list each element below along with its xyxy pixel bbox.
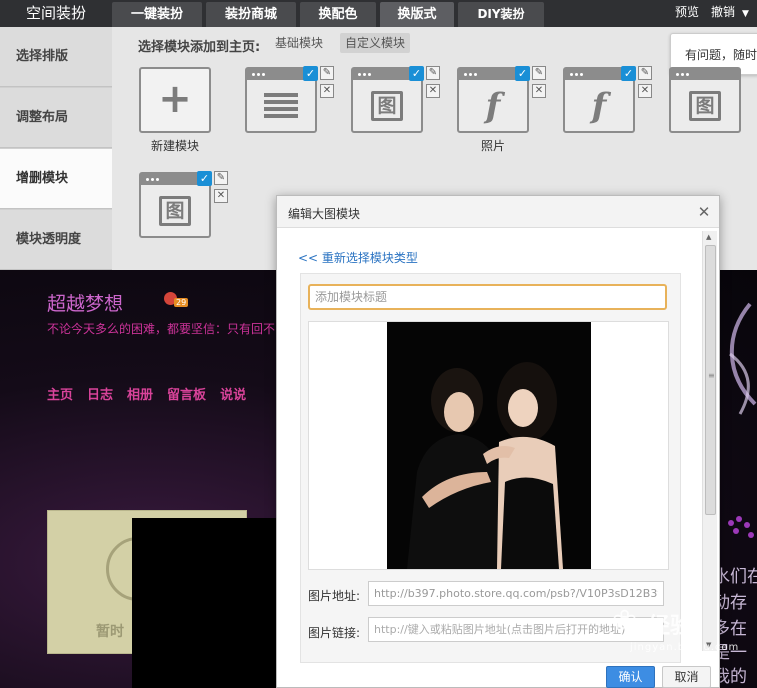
new-module-tile[interactable]: +	[139, 67, 211, 133]
picture-module-tile[interactable]: ✓ 图	[351, 66, 424, 133]
remove-icon[interactable]: ✕	[638, 84, 652, 98]
blog-nav-talk[interactable]: 说说	[220, 388, 246, 403]
blog-nav: 主页 日志 相册 留言板 说说	[47, 384, 260, 403]
confirm-button[interactable]: 确认	[606, 666, 655, 688]
flower-decoration-icon	[726, 514, 757, 544]
side-item-module-opacity[interactable]: 模块透明度	[0, 210, 112, 270]
preview-photo	[387, 322, 591, 569]
blog-title: 超越梦想	[47, 293, 124, 315]
close-icon[interactable]: ✕	[695, 203, 713, 221]
tab-color-scheme[interactable]: 换配色	[300, 2, 376, 27]
image-url-input[interactable]	[368, 581, 664, 606]
paw-icon: ❀	[612, 604, 638, 639]
scroll-up-icon[interactable]: ▲	[706, 233, 711, 241]
tab-layout[interactable]: 换版式	[380, 2, 454, 27]
tab-dress-mall[interactable]: 装扮商城	[206, 2, 296, 27]
preview-button[interactable]: 预览	[675, 0, 699, 27]
tab-one-click-dress[interactable]: 一键装扮	[112, 2, 202, 27]
watermark-text: 经验	[648, 614, 693, 639]
plus-icon: +	[158, 76, 192, 122]
side-item-add-remove-modules[interactable]: 增删模块	[0, 149, 112, 209]
reselect-module-type-link[interactable]: << 重新选择模块类型	[298, 249, 418, 266]
edit-icon[interactable]: ✎	[320, 66, 334, 80]
dialog-header[interactable]: 编辑大图模块 ✕	[277, 196, 719, 228]
baidu-jingyan-watermark: ❀ 经验 jingyan.baidu.com	[612, 604, 738, 664]
remove-icon[interactable]: ✕	[320, 84, 334, 98]
blog-nav-guestbook[interactable]: 留言板	[167, 388, 206, 403]
side-item-adjust-layout[interactable]: 调整布局	[0, 88, 112, 148]
check-icon[interactable]: ✓	[409, 66, 424, 81]
edit-icon[interactable]: ✎	[532, 66, 546, 80]
check-icon[interactable]: ✓	[197, 171, 212, 186]
edit-icon[interactable]: ✎	[638, 66, 652, 80]
image-url-label: 图片地址:	[308, 589, 361, 603]
blog-black-block	[132, 518, 278, 688]
module-title-input[interactable]	[308, 284, 667, 310]
panel-title: 选择模块添加到主页:	[138, 40, 261, 55]
top-bar: 空间装扮 一键装扮 装扮商城 换配色 换版式 DIY装扮 预览 撤销 ▼	[0, 0, 757, 27]
filter-custom-modules[interactable]: 自定义模块	[340, 33, 411, 53]
remove-icon[interactable]: ✕	[532, 84, 546, 98]
picture-icon: 图	[689, 90, 721, 121]
couple-photo-image	[387, 322, 591, 569]
tab-diy-dress[interactable]: DIY装扮	[458, 2, 544, 27]
flash-icon: f	[485, 85, 501, 126]
side-menu: 选择排版 调整布局 增删模块 模块透明度	[0, 27, 112, 270]
picture-icon: 图	[371, 90, 403, 121]
picture-module-tile[interactable]: ✓ 图	[139, 171, 212, 238]
flash-icon: f	[591, 85, 607, 126]
swirl-decoration-icon	[729, 302, 757, 415]
picture-module-tile[interactable]: 图	[669, 67, 741, 133]
dialog-scrollbar[interactable]: ▲ ≡ ▼	[702, 231, 717, 651]
side-item-choose-layout[interactable]: 选择排版	[0, 27, 112, 87]
scroll-thumb[interactable]: ≡	[705, 245, 716, 515]
image-link-label: 图片链接:	[308, 626, 361, 640]
flash-photo-module-tile[interactable]: ✓ f	[457, 66, 530, 133]
filter-basic-modules[interactable]: 基础模块	[270, 33, 328, 53]
watermark-url: jingyan.baidu.com	[630, 642, 740, 653]
image-preview-frame	[308, 321, 669, 570]
list-lines-icon	[264, 90, 298, 121]
grip-icon: ≡	[708, 371, 715, 380]
remove-icon[interactable]: ✕	[214, 189, 228, 203]
undo-dropdown-icon[interactable]: ▼	[742, 2, 749, 29]
blog-motto: 不论今天多么的困难，都要坚信：只有回不	[47, 322, 276, 336]
cancel-button[interactable]: 取消	[662, 666, 711, 688]
remove-icon[interactable]: ✕	[426, 84, 440, 98]
new-module-label: 新建模块	[150, 139, 199, 153]
list-module-tile[interactable]: ✓	[245, 66, 318, 133]
dialog-title: 编辑大图模块	[288, 207, 361, 221]
picture-icon: 图	[159, 195, 191, 226]
flash-module-tile[interactable]: ✓ f	[563, 66, 636, 133]
check-icon[interactable]: ✓	[515, 66, 530, 81]
blog-nav-diary[interactable]: 日志	[87, 388, 113, 403]
edit-icon[interactable]: ✎	[214, 171, 228, 185]
level-badge-icon: 29	[163, 290, 189, 308]
blog-nav-album[interactable]: 相册	[127, 388, 153, 403]
blog-nav-home[interactable]: 主页	[47, 388, 73, 403]
edit-icon[interactable]: ✎	[426, 66, 440, 80]
check-icon[interactable]: ✓	[621, 66, 636, 81]
undo-button[interactable]: 撤销	[711, 0, 735, 27]
photo-module-label: 照片	[480, 139, 505, 153]
check-icon[interactable]: ✓	[303, 66, 318, 81]
blog-card-text: 暂时	[96, 624, 124, 640]
brand-title: 空间装扮	[25, 4, 86, 22]
